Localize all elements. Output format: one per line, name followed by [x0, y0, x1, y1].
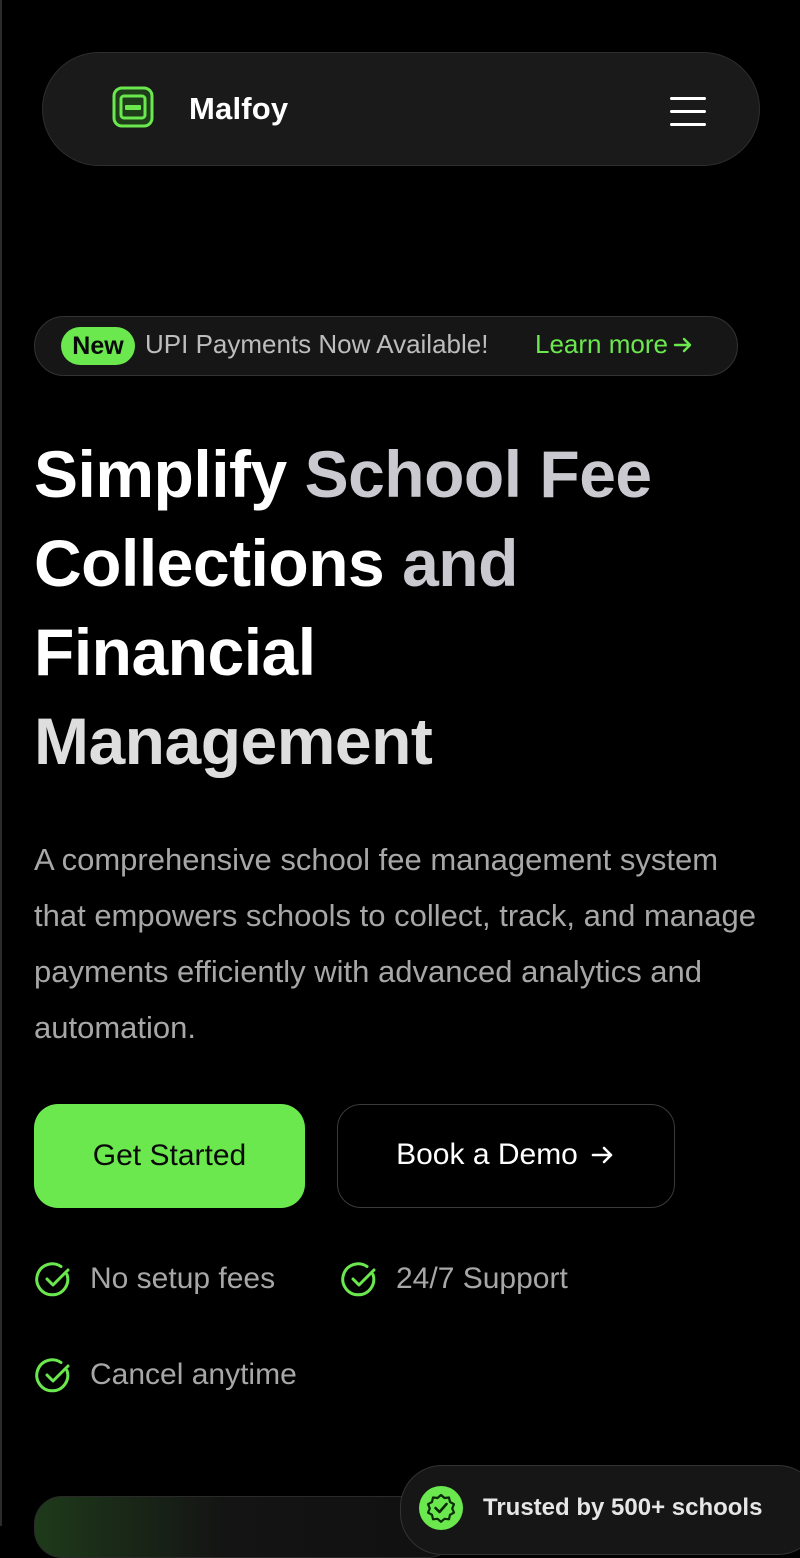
- arrow-right-icon: [673, 337, 692, 353]
- feature-label: Cancel anytime: [90, 1358, 297, 1391]
- announcement-banner: New UPI Payments Now Available! Learn mo…: [34, 316, 738, 376]
- check-circle-icon: [341, 1262, 376, 1297]
- brand-name[interactable]: Malfoy: [189, 91, 288, 127]
- learn-more-link[interactable]: Learn more: [535, 329, 694, 360]
- hero-title: Simplify School Fee Collections and Fina…: [34, 430, 774, 786]
- hero-title-line-1: Simplify School Fee: [34, 430, 774, 519]
- hero-title-line-3: Financial: [34, 615, 316, 689]
- new-badge: New: [61, 327, 135, 365]
- check-circle-icon: [35, 1262, 70, 1297]
- arrow-right-icon: [591, 1146, 613, 1164]
- window-edge: [0, 0, 2, 1526]
- card-icon[interactable]: [111, 85, 155, 129]
- trust-badge: Trusted by 500+ schools: [400, 1465, 800, 1555]
- learn-more-label: Learn more: [535, 329, 668, 359]
- book-demo-label: Book a Demo: [396, 1138, 578, 1171]
- hamburger-menu-icon[interactable]: [665, 91, 709, 126]
- check-circle-icon: [35, 1358, 70, 1393]
- announcement-text: UPI Payments Now Available!: [145, 329, 489, 359]
- feature-label: 24/7 Support: [396, 1262, 568, 1295]
- book-demo-button[interactable]: Book a Demo: [337, 1104, 675, 1208]
- get-started-button[interactable]: Get Started: [34, 1104, 305, 1208]
- feature-label: No setup fees: [90, 1262, 276, 1295]
- hero-title-part: School Fee: [304, 437, 653, 511]
- hero-title-line-4: Management: [34, 704, 433, 778]
- navbar: Malfoy: [42, 52, 760, 166]
- trust-badge-text: Trusted by 500+ schools: [483, 1494, 763, 1521]
- dashboard-preview-card: [34, 1496, 456, 1558]
- hero-title-part: Collections: [34, 526, 403, 600]
- hero-description: A comprehensive school fee management sy…: [34, 842, 756, 1045]
- hero-title-line-2: Collections and: [34, 519, 774, 608]
- hero-title-part: Simplify: [34, 437, 305, 511]
- verified-check-icon: [419, 1486, 463, 1530]
- hero-title-part: and: [402, 526, 518, 600]
